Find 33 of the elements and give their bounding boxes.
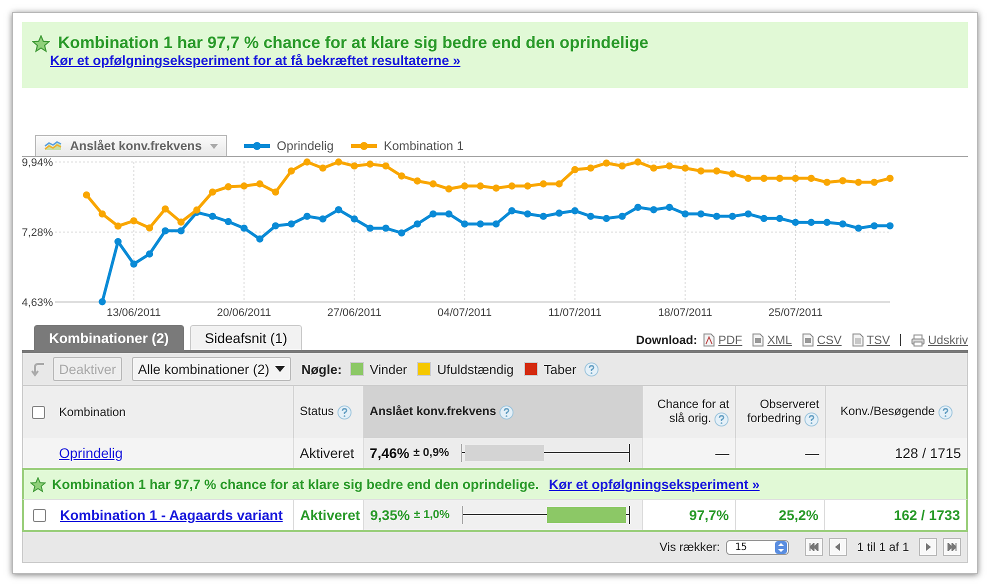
page-info: 1 til 1 af 1 [856, 540, 909, 554]
banner-headline: Kombination 1 har 97,7 % chance for at klare sig bedre end den oprindelige [58, 34, 648, 53]
legend-label: Vinder [370, 362, 408, 376]
conversions-value: 162 / 1733 [894, 507, 960, 523]
chance-value: — [715, 445, 730, 461]
improvement-value: 25,2% [778, 507, 818, 523]
x-tick-label: 04/07/2011 [438, 307, 492, 319]
legend-item: Oprindelig [242, 136, 334, 156]
conversions-value: 128 / 1715 [894, 445, 962, 461]
y-tick-label: 9,94% [22, 157, 53, 169]
x-tick-label: 25/07/2011 [768, 307, 823, 319]
x-tick-label: 27/06/2011 [327, 307, 382, 319]
improvement-value: — [805, 445, 820, 461]
notice-text: Kombination 1 har 97,7 % chance for at klare sig bedre end den oprindelige. [52, 477, 539, 492]
legend-label: Taber [544, 362, 576, 376]
rate-value: 9,35% [370, 507, 410, 523]
x-tick-label: 13/06/2011 [106, 307, 161, 319]
x-tick-label: 18/07/2011 [658, 307, 712, 319]
y-tick-label: 7,28% [22, 227, 53, 240]
rate-margin: ± 0,9% [413, 447, 450, 459]
x-tick-label: 11/07/2011 [548, 307, 602, 319]
rows-label: Vis rækker: [660, 540, 720, 554]
status-text: Aktiveret [300, 507, 360, 523]
rate-margin: ± 1,0% [414, 509, 450, 521]
rate-value: 7,46% [370, 445, 410, 461]
y-tick-label: 4,63% [22, 297, 53, 309]
download-label: Download: [636, 333, 698, 347]
legend-item: Kombination 1 [350, 136, 464, 156]
legend-label: Ufuldstændig [437, 362, 514, 376]
x-tick-label: 20/06/2011 [216, 307, 272, 319]
chance-value: 97,7% [689, 507, 729, 523]
status-text: Aktiveret [300, 445, 354, 461]
key-label: Nøgle: [301, 362, 342, 376]
